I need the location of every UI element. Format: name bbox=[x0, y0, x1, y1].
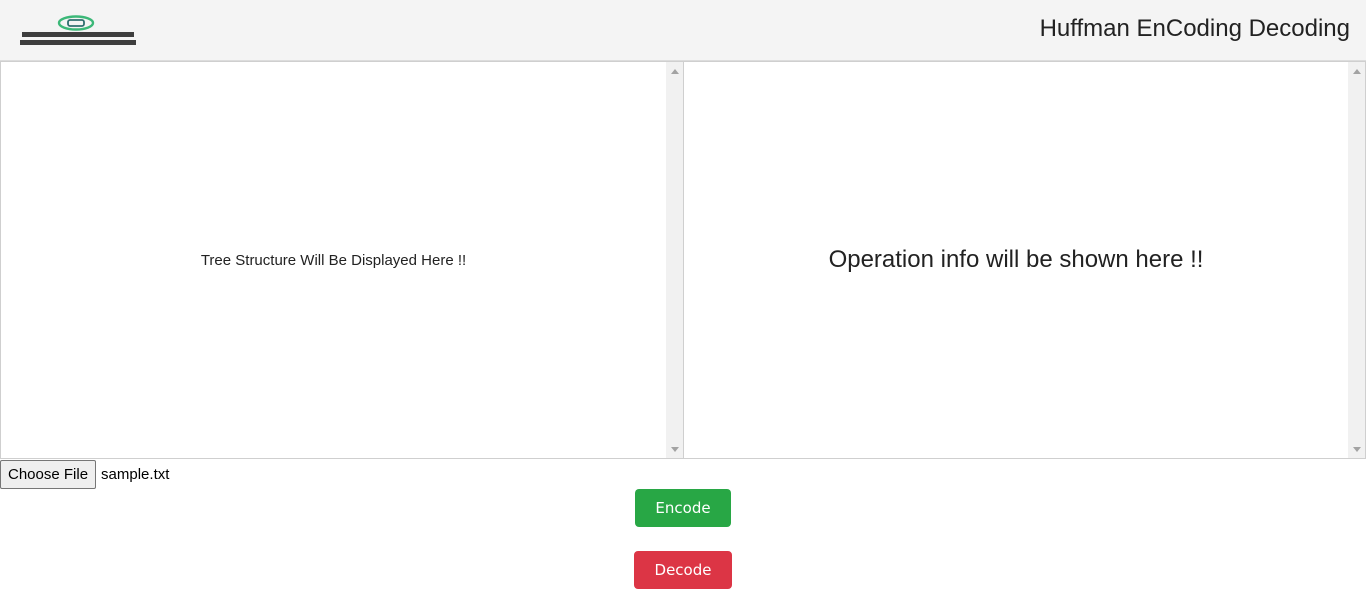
header-bar: Huffman EnCoding Decoding bbox=[0, 0, 1366, 61]
operation-info-placeholder-text: Operation info will be shown here !! bbox=[828, 246, 1204, 273]
scroll-down-arrow-icon[interactable] bbox=[1348, 442, 1365, 456]
scroll-down-arrow-icon[interactable] bbox=[666, 442, 683, 456]
choose-file-button[interactable]: Choose File bbox=[0, 460, 97, 489]
operation-info-content: Operation info will be shown here !! bbox=[684, 62, 1348, 458]
logo bbox=[18, 14, 138, 50]
encode-button[interactable]: Encode bbox=[635, 489, 731, 527]
scroll-up-arrow-icon[interactable] bbox=[666, 64, 683, 78]
tree-panel-scrollbar[interactable] bbox=[666, 62, 683, 458]
info-panel-scrollbar[interactable] bbox=[1348, 62, 1365, 458]
operation-info-panel: Operation info will be shown here !! bbox=[683, 61, 1366, 459]
tree-placeholder-text: Tree Structure Will Be Displayed Here !! bbox=[200, 251, 467, 269]
tree-display-content: Tree Structure Will Be Displayed Here !! bbox=[1, 62, 666, 458]
page-title: Huffman EnCoding Decoding bbox=[1039, 15, 1350, 42]
selected-file-name: sample.txt bbox=[101, 466, 170, 483]
decode-button[interactable]: Decode bbox=[634, 551, 732, 589]
tree-display-panel: Tree Structure Will Be Displayed Here !! bbox=[0, 61, 684, 459]
file-input-row: Choose File sample.txt bbox=[0, 460, 169, 489]
scroll-up-arrow-icon[interactable] bbox=[1348, 64, 1365, 78]
